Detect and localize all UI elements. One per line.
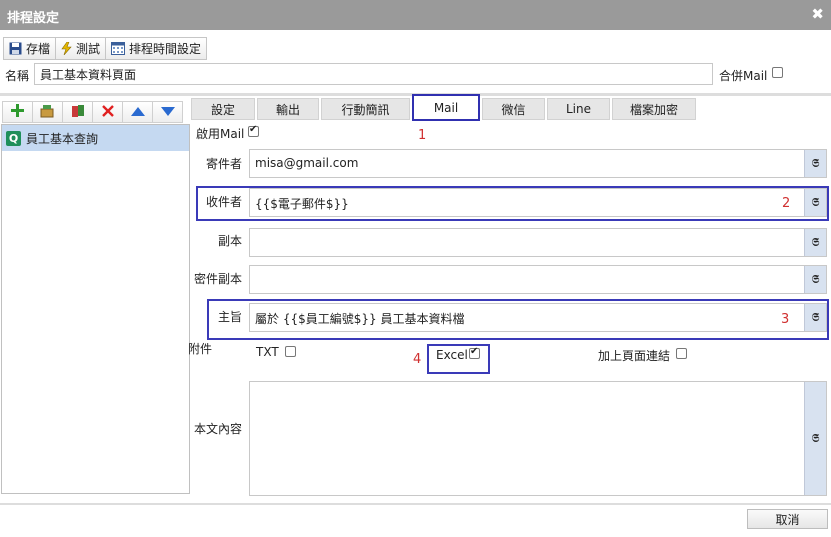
edit-item-button[interactable] bbox=[32, 101, 63, 123]
calendar-icon bbox=[111, 42, 126, 55]
field-picker-button[interactable]: 𝕾 bbox=[804, 304, 826, 331]
annotation-4: 4 bbox=[413, 352, 422, 367]
field-picker-button[interactable]: 𝕾 bbox=[804, 229, 826, 256]
tab-bar: 設定 輸出 行動簡訊 Mail 微信 Line 檔案加密 bbox=[191, 94, 701, 121]
arrow-down-icon bbox=[160, 105, 175, 119]
tree-panel: Q 員工基本查詢 bbox=[1, 124, 190, 494]
name-label: 名稱 bbox=[5, 69, 30, 83]
test-button[interactable]: 測試 bbox=[55, 37, 107, 60]
cc-field[interactable]: 𝕾 bbox=[249, 228, 827, 257]
recipient-label: 收件者 bbox=[205, 195, 242, 209]
close-icon[interactable]: ✖ bbox=[811, 5, 824, 23]
add-page-link-label: 加上頁面連結 bbox=[598, 349, 671, 363]
add-page-link-checkbox[interactable] bbox=[676, 348, 687, 359]
cancel-button[interactable]: 取消 bbox=[747, 509, 828, 529]
tab-settings[interactable]: 設定 bbox=[191, 98, 255, 120]
plus-icon bbox=[11, 104, 24, 120]
excel-label: Excel bbox=[436, 348, 468, 362]
scroll-icon: 𝕾 bbox=[811, 272, 820, 286]
schedule-time-label: 排程時間設定 bbox=[129, 42, 202, 56]
tab-sms[interactable]: 行動簡訊 bbox=[321, 98, 410, 120]
delete-button[interactable] bbox=[92, 101, 123, 123]
name-input[interactable]: 員工基本資料頁面 bbox=[34, 63, 713, 85]
window-titlebar: 排程設定 ✖ bbox=[0, 0, 831, 30]
move-up-button[interactable] bbox=[122, 101, 153, 123]
tab-mail[interactable]: Mail bbox=[412, 94, 480, 121]
excel-checkbox[interactable] bbox=[469, 346, 480, 359]
scroll-icon: 𝕾 bbox=[811, 310, 820, 324]
bcc-field[interactable]: 𝕾 bbox=[249, 265, 827, 294]
package-icon bbox=[40, 104, 55, 121]
copy-item-button[interactable] bbox=[62, 101, 93, 123]
sender-value: misa@gmail.com bbox=[255, 156, 359, 170]
save-button[interactable]: 存檔 bbox=[3, 37, 57, 60]
query-icon: Q bbox=[6, 130, 21, 146]
book-icon bbox=[71, 104, 85, 121]
schedule-time-button[interactable]: 排程時間設定 bbox=[105, 37, 208, 60]
merge-mail-label: 合併Mail bbox=[719, 69, 768, 83]
scroll-icon: 𝕾 bbox=[811, 235, 820, 249]
bcc-label: 密件副本 bbox=[193, 272, 242, 286]
scroll-icon: 𝕾 bbox=[811, 195, 820, 209]
field-picker-button[interactable]: 𝕾 bbox=[804, 189, 826, 216]
add-button[interactable] bbox=[2, 101, 33, 123]
body-label: 本文內容 bbox=[193, 422, 242, 436]
field-picker-button[interactable]: 𝕾 bbox=[804, 266, 826, 293]
subject-field[interactable]: 屬於 {{$員工編號$}} 員工基本資料檔 𝕾 bbox=[249, 303, 827, 332]
recipient-field[interactable]: {{$電子郵件$}} 𝕾 bbox=[249, 188, 827, 217]
annotation-3: 3 bbox=[781, 312, 790, 327]
arrow-up-icon bbox=[130, 105, 145, 119]
merge-mail-checkbox[interactable] bbox=[772, 67, 783, 78]
tab-line[interactable]: Line bbox=[547, 98, 610, 120]
tree-item-employee-query[interactable]: Q 員工基本查詢 bbox=[2, 125, 189, 151]
attachment-label: 附件 bbox=[188, 342, 213, 356]
tree-item-label: 員工基本查詢 bbox=[26, 131, 99, 146]
sender-label: 寄件者 bbox=[205, 157, 242, 171]
annotation-1: 1 bbox=[418, 128, 427, 143]
txt-checkbox[interactable] bbox=[285, 346, 296, 357]
tab-file-encryption[interactable]: 檔案加密 bbox=[612, 98, 696, 120]
move-down-button[interactable] bbox=[152, 101, 183, 123]
tab-wechat[interactable]: 微信 bbox=[482, 98, 545, 120]
save-label: 存檔 bbox=[26, 42, 51, 56]
sender-field[interactable]: misa@gmail.com 𝕾 bbox=[249, 149, 827, 178]
enable-mail-label: 啟用Mail bbox=[196, 127, 245, 141]
field-picker-button[interactable]: 𝕾 bbox=[804, 150, 826, 177]
tab-output[interactable]: 輸出 bbox=[257, 98, 319, 120]
test-label: 測試 bbox=[76, 42, 101, 56]
subject-label: 主旨 bbox=[217, 310, 242, 324]
recipient-value: {{$電子郵件$}} bbox=[255, 197, 349, 211]
txt-label: TXT bbox=[256, 345, 279, 359]
main-toolbar: 存檔 測試 排程時間設定 bbox=[3, 37, 208, 60]
body-textarea[interactable]: 𝕾 bbox=[249, 381, 827, 496]
scroll-icon: 𝕾 bbox=[811, 156, 820, 170]
tree-toolbar bbox=[2, 101, 188, 123]
field-picker-button[interactable]: 𝕾 bbox=[804, 382, 826, 495]
lightning-icon bbox=[61, 42, 72, 55]
delete-x-icon bbox=[101, 104, 114, 120]
subject-value: 屬於 {{$員工編號$}} 員工基本資料檔 bbox=[255, 312, 465, 326]
window-title: 排程設定 bbox=[7, 11, 60, 26]
annotation-2: 2 bbox=[782, 196, 791, 211]
enable-mail-checkbox[interactable] bbox=[248, 124, 259, 137]
floppy-disk-icon bbox=[9, 42, 22, 55]
footer-divider bbox=[0, 503, 831, 505]
cc-label: 副本 bbox=[217, 234, 242, 248]
scroll-icon: 𝕾 bbox=[811, 431, 820, 445]
